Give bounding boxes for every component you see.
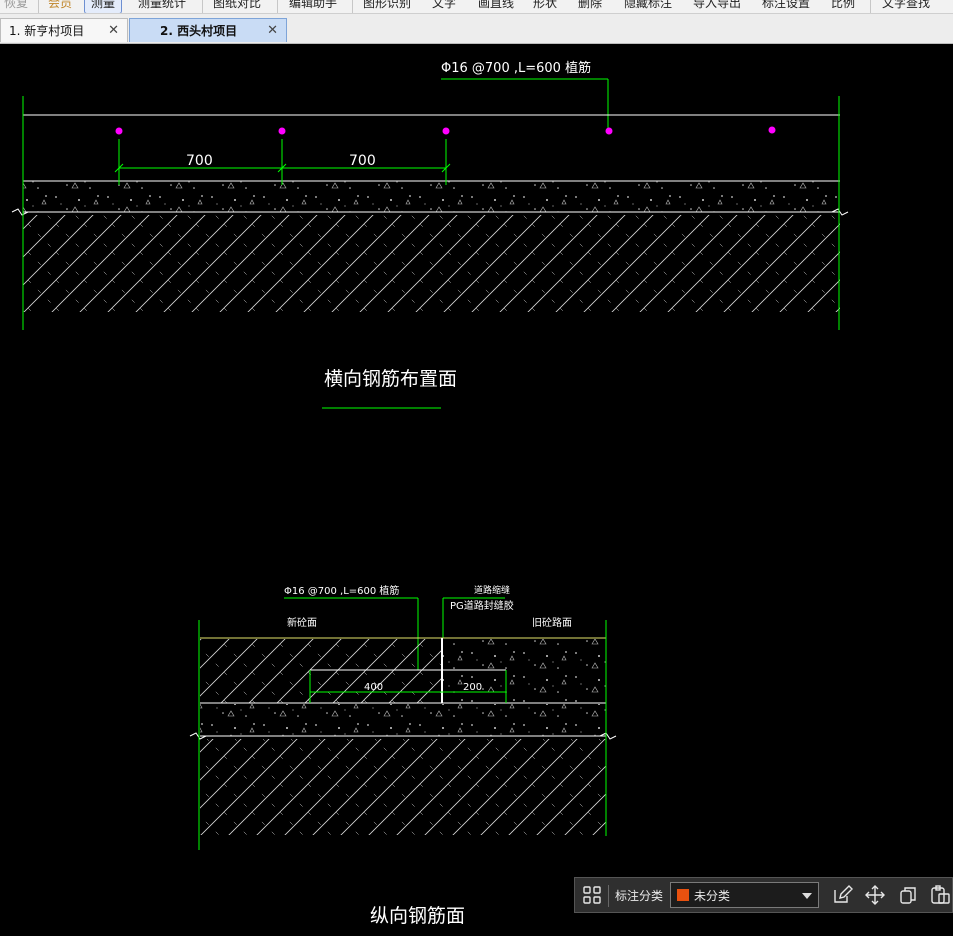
annotation-toolbar: 标注分类 未分类 <box>574 877 953 913</box>
view-title: 横向钢筋布置面 <box>324 368 457 390</box>
menu-item-member[interactable]: 会员 <box>48 0 72 13</box>
drawing-canvas[interactable]: Φ16 @700 ,L=600 植筋 700 700 横向钢筋布置面 Φ16 @… <box>0 44 953 932</box>
rebar-dot <box>442 127 450 135</box>
grid-icon[interactable] <box>581 884 603 906</box>
move-icon[interactable] <box>864 884 886 906</box>
toolbar-divider <box>608 885 609 907</box>
chevron-down-icon <box>802 893 812 899</box>
annotation-category-select[interactable]: 未分类 <box>670 882 819 908</box>
rebar-callout-text: Φ16 @700 ,L=600 植筋 <box>441 60 591 76</box>
menu-separator <box>870 0 871 13</box>
transverse-section-view: Φ16 @700 ,L=600 植筋 700 700 横向钢筋布置面 <box>11 60 849 409</box>
menu-item-measure-stats[interactable]: 测量统计 <box>138 0 186 13</box>
tab-label: 2. 西头村项目 <box>160 24 238 38</box>
dimension-label: 700 <box>349 153 376 169</box>
edit-icon[interactable] <box>831 884 853 906</box>
new-concrete-label: 新砼面 <box>287 616 317 629</box>
close-icon[interactable]: ✕ <box>267 19 278 43</box>
rebar-dot <box>768 126 776 134</box>
menu-separator <box>352 0 353 13</box>
dimension-label: 400 <box>364 682 383 693</box>
longitudinal-section-view: Φ16 @700 ,L=600 植筋 道路缩缝 PG道路封缝胶 新砼面 旧砼路面 <box>189 584 617 927</box>
tab-project-1[interactable]: 1. 新亨村项目 ✕ <box>0 18 128 42</box>
old-concrete-label: 旧砼路面 <box>532 616 572 629</box>
paste-icon[interactable] <box>929 884 951 906</box>
menu-separator <box>277 0 278 13</box>
menu-bar: 恢复 会员 测量 测量统计 图纸对比 编辑助手 图形识别 文字 画直线 形状 删… <box>0 0 953 14</box>
menu-item-drawing-compare[interactable]: 图纸对比 <box>213 0 261 13</box>
menu-separator <box>202 0 203 13</box>
copy-icon[interactable] <box>897 884 919 906</box>
dimension-label: 200 <box>463 682 482 693</box>
annotation-category-label: 标注分类 <box>615 889 664 903</box>
cad-drawing: Φ16 @700 ,L=600 植筋 700 700 横向钢筋布置面 Φ16 @… <box>11 60 849 927</box>
menu-item-measure[interactable]: 测量 <box>84 0 123 13</box>
menu-item-restore[interactable]: 恢复 <box>4 0 28 13</box>
category-selected-value: 未分类 <box>694 889 731 903</box>
rebar-dot <box>278 127 286 135</box>
rebar-dot <box>605 127 613 135</box>
menu-item-text-search[interactable]: 文字查找 <box>882 0 930 13</box>
rebar-dot <box>115 127 123 135</box>
menu-item-annotation-settings[interactable]: 标注设置 <box>762 0 810 13</box>
menu-item-import-export[interactable]: 导入导出 <box>693 0 741 13</box>
rebar-callout-text: Φ16 @700 ,L=600 植筋 <box>284 584 399 597</box>
menu-separator <box>38 0 39 13</box>
menu-item-scale[interactable]: 比例 <box>831 0 855 13</box>
category-color-swatch <box>677 889 689 901</box>
document-tab-bar: 1. 新亨村项目 ✕ 2. 西头村项目 ✕ <box>0 14 953 44</box>
menu-item-shapes[interactable]: 形状 <box>533 0 557 13</box>
menu-item-shape-recognition[interactable]: 图形识别 <box>363 0 411 13</box>
joint-note: 道路缩缝 <box>474 584 510 596</box>
tab-label: 1. 新亨村项目 <box>9 24 85 38</box>
menu-item-hide-annotations[interactable]: 隐藏标注 <box>624 0 672 13</box>
menu-item-edit-assistant[interactable]: 编辑助手 <box>289 0 337 13</box>
menu-item-delete[interactable]: 删除 <box>578 0 602 13</box>
close-icon[interactable]: ✕ <box>108 19 119 43</box>
menu-item-draw-line[interactable]: 画直线 <box>478 0 514 13</box>
dimension-label: 700 <box>186 153 213 169</box>
tab-project-2[interactable]: 2. 西头村项目 ✕ <box>129 18 287 42</box>
joint-note: PG道路封缝胶 <box>450 599 514 612</box>
view-title: 纵向钢筋面 <box>370 905 465 927</box>
menu-item-text[interactable]: 文字 <box>432 0 456 13</box>
